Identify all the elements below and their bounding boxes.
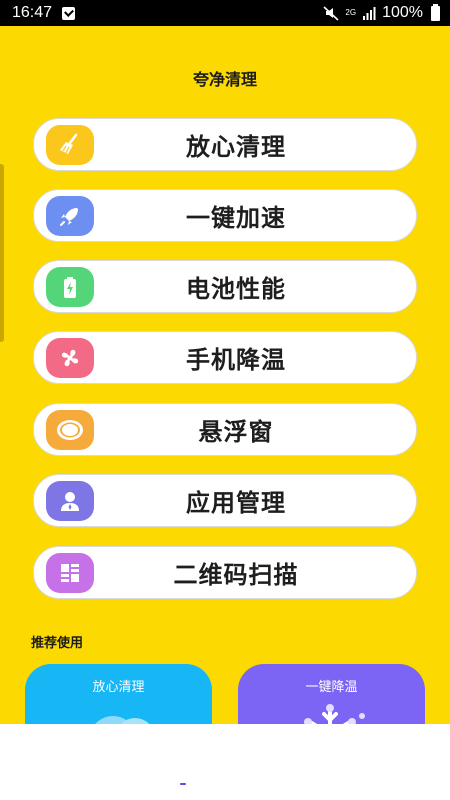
menu-button-app-manage[interactable]: 应用管理	[33, 474, 417, 527]
bottom-area	[0, 724, 450, 800]
fan-icon	[46, 338, 94, 378]
menu-button-qr-scan[interactable]: 二维码扫描	[33, 546, 417, 599]
mute-icon	[323, 6, 339, 21]
recommend-card-clean[interactable]: 放心清理	[25, 664, 212, 724]
recommend-heading: 推荐使用	[31, 636, 84, 651]
battery-icon	[431, 3, 440, 21]
floating-window-icon	[46, 410, 94, 450]
qr-scan-icon	[46, 553, 94, 593]
snowflake-icon	[304, 704, 365, 724]
recommend-card-cooling[interactable]: 一键降温	[238, 664, 425, 724]
rocket-icon	[46, 196, 94, 236]
checkbox-notification-icon	[62, 6, 76, 20]
menu-button-speedup[interactable]: 一键加速	[33, 189, 417, 242]
app-screen: 夸净清理 放心清理 一键加速 电池性能 手机降温 悬浮窗 应用管理 二维码扫描 …	[0, 26, 450, 724]
menu-button-clean[interactable]: 放心清理	[33, 118, 417, 171]
status-icons: 2G 100%	[323, 3, 440, 22]
menu-button-floating-window[interactable]: 悬浮窗	[33, 403, 417, 456]
menu-button-cooling[interactable]: 手机降温	[33, 331, 417, 384]
battery-percent: 100%	[382, 4, 423, 21]
cloud-icon	[95, 716, 150, 724]
status-bar: 16:47 2G 100%	[0, 0, 450, 26]
edge-handle[interactable]	[0, 164, 4, 342]
broom-icon	[46, 125, 94, 165]
bottom-indicator	[180, 783, 186, 785]
page-title: 夸净清理	[192, 70, 257, 89]
battery-charging-icon	[46, 267, 94, 307]
user-manage-icon	[46, 481, 94, 521]
network-type: 2G	[345, 8, 357, 17]
signal-icon	[363, 7, 376, 20]
status-time: 16:47	[12, 4, 53, 21]
menu-button-battery[interactable]: 电池性能	[33, 260, 417, 313]
